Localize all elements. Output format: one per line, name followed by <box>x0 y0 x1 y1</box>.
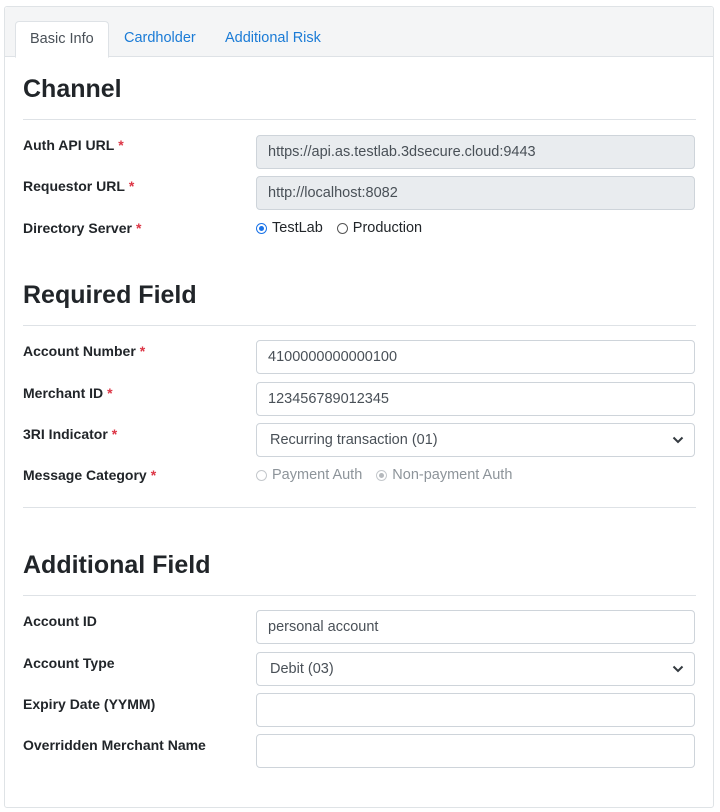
tab-basic-info[interactable]: Basic Info <box>15 21 109 58</box>
tab-cardholder[interactable]: Cardholder <box>110 21 210 58</box>
merchant-id-input[interactable]: 123456789012345 <box>256 382 695 416</box>
chevron-down-icon <box>672 665 684 673</box>
section-title-required-field: Required Field <box>23 281 197 309</box>
section-title-channel: Channel <box>23 75 122 103</box>
required-marker: * <box>150 467 157 483</box>
message-category-label: Message Category * <box>23 466 156 484</box>
label-text: Merchant ID <box>23 385 104 401</box>
required-marker: * <box>128 178 135 194</box>
section-title-additional-field: Additional Field <box>23 551 211 579</box>
account-type-select[interactable]: Debit (03) <box>256 652 695 686</box>
label-text: Directory Server <box>23 220 132 236</box>
auth-api-url-input[interactable]: https://api.as.testlab.3dsecure.cloud:94… <box>256 135 695 169</box>
radio-label: TestLab <box>272 220 323 236</box>
expiry-date-label: Expiry Date (YYMM) <box>23 696 156 712</box>
3ri-indicator-label: 3RI Indicator * <box>23 425 117 443</box>
radio-button[interactable] <box>376 469 388 481</box>
overridden-merchant-name-label: Overridden Merchant Name <box>23 737 206 753</box>
account-id-input[interactable]: personal account <box>256 610 695 644</box>
3ri-indicator-select[interactable]: Recurring transaction (01) <box>256 423 695 457</box>
radio-button[interactable] <box>336 222 348 234</box>
label-text: Account Number <box>23 343 136 359</box>
requestor-url-label: Requestor URL * <box>23 177 134 195</box>
requestor-url-input[interactable]: http://localhost:8082 <box>256 176 695 210</box>
required-marker: * <box>139 343 146 359</box>
auth-api-url-label: Auth API URL * <box>23 136 124 154</box>
divider <box>23 595 696 596</box>
select-value: Recurring transaction (01) <box>270 432 438 448</box>
account-id-label: Account ID <box>23 613 97 629</box>
account-number-input[interactable]: 4100000000000100 <box>256 340 695 374</box>
radio-option-testlab[interactable]: TestLab <box>256 220 323 236</box>
merchant-id-label: Merchant ID * <box>23 384 113 402</box>
chevron-down-icon <box>672 436 684 444</box>
label-text: Requestor URL <box>23 178 125 194</box>
select-value: Debit (03) <box>270 661 334 677</box>
form-card: Basic Info Cardholder Additional Risk Ch… <box>4 6 714 808</box>
tab-bar: Basic Info Cardholder Additional Risk <box>5 7 713 58</box>
overridden-merchant-name-input[interactable] <box>256 734 695 768</box>
radio-option-production[interactable]: Production <box>336 220 423 236</box>
required-marker: * <box>135 220 142 236</box>
label-text: Auth API URL <box>23 137 115 153</box>
account-number-label: Account Number * <box>23 342 145 360</box>
divider <box>23 507 696 508</box>
required-marker: * <box>118 137 124 153</box>
message-category-radio-group: Payment Auth Non-payment Auth <box>256 465 526 485</box>
required-marker: * <box>111 426 118 442</box>
radio-button[interactable] <box>256 222 267 234</box>
radio-option-payment-auth[interactable]: Payment Auth <box>256 467 362 483</box>
label-text: 3RI Indicator <box>23 426 108 442</box>
account-type-label: Account Type <box>23 655 115 671</box>
label-text: Message Category <box>23 467 147 483</box>
directory-server-radio-group: TestLab Production <box>256 218 436 238</box>
radio-label: Non-payment Auth <box>392 467 513 483</box>
radio-label: Payment Auth <box>272 467 363 483</box>
radio-button[interactable] <box>256 469 267 481</box>
required-marker: * <box>107 385 113 401</box>
divider <box>23 325 696 326</box>
expiry-date-input[interactable] <box>256 693 695 727</box>
radio-option-non-payment-auth[interactable]: Non-payment Auth <box>376 467 512 483</box>
directory-server-label: Directory Server * <box>23 219 141 237</box>
radio-label: Production <box>352 220 423 236</box>
tab-additional-risk[interactable]: Additional Risk <box>211 21 335 58</box>
divider <box>23 119 696 120</box>
